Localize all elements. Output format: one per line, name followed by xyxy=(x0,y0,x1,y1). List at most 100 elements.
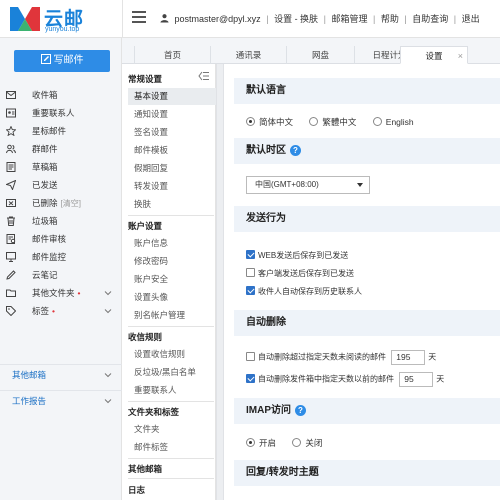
nav-item-receive-rules[interactable]: 设置收信规则 xyxy=(128,346,216,363)
caret-down-icon xyxy=(357,183,363,187)
unread-days-input[interactable]: 195 xyxy=(391,350,426,365)
option-auto-save-contacts[interactable]: 收件人自动保存到历史联系人 xyxy=(246,286,362,297)
checkbox-label: 自动删除超过指定天数未阅读的邮件 xyxy=(258,352,386,362)
sidebar-item-label: 其他文件夹 xyxy=(32,288,75,298)
settings-skin-link[interactable]: 设置 - 换肤 xyxy=(274,14,318,24)
imap-option-off[interactable]: 关闭 xyxy=(292,437,322,449)
nav-item-vacation-reply[interactable]: 假期回复 xyxy=(128,160,216,177)
sidebar-item-tags[interactable]: 标签 • xyxy=(0,302,122,320)
sidebar-item-sent[interactable]: 已发送 xyxy=(0,176,122,194)
compose-button[interactable]: 写邮件 xyxy=(14,50,110,72)
language-option-simplified[interactable]: 简体中文 xyxy=(246,116,293,128)
hamburger-menu-icon[interactable] xyxy=(132,11,146,23)
header-separator: | xyxy=(372,14,376,24)
sidebar-item-group-mail[interactable]: 群邮件 xyxy=(0,140,122,158)
sidebar-item-drafts[interactable]: 草稿箱 xyxy=(0,158,122,176)
option-client-save-sent[interactable]: 客户端发送后保存到已发送 xyxy=(246,268,354,279)
nav-group-account: 账户设置 xyxy=(128,221,163,231)
user-account-link[interactable]: postmaster@dpyl.xyz xyxy=(175,14,261,24)
nav-item-account-security[interactable]: 账户安全 xyxy=(128,271,216,288)
sidebar-item-deleted[interactable]: 已删除 [清空] xyxy=(0,194,122,212)
nav-item-spam-lists[interactable]: 反垃圾/黑白名单 xyxy=(128,364,216,381)
sidebar-item-inbox[interactable]: 收件箱 xyxy=(0,86,122,104)
nav-item-basic-settings[interactable]: 基本设置 xyxy=(128,88,216,105)
collapse-menu-icon[interactable] xyxy=(198,71,210,81)
logout-link[interactable]: 退出 xyxy=(462,14,480,24)
checkbox-icon xyxy=(246,351,255,361)
imap-option-on[interactable]: 开启 xyxy=(246,437,276,449)
nav-item-change-password[interactable]: 修改密码 xyxy=(128,253,216,270)
group-icon xyxy=(6,144,16,154)
timezone-select[interactable]: 中国(GMT+08:00) xyxy=(246,176,370,194)
nav-item-mail-templates[interactable]: 邮件模板 xyxy=(128,142,216,159)
tab-contacts[interactable]: 通讯录 xyxy=(210,46,286,64)
nav-item-folders[interactable]: 文件夹 xyxy=(128,421,216,438)
tab-home[interactable]: 首页 xyxy=(134,46,210,64)
nav-item-important-contacts[interactable]: 重要联系人 xyxy=(128,382,216,399)
help-link[interactable]: 帮助 xyxy=(381,14,399,24)
review-icon xyxy=(6,234,16,244)
sidebar-item-junk[interactable]: 垃圾箱 xyxy=(0,212,122,230)
section-title: 自动删除 xyxy=(246,317,286,328)
chevron-down-icon[interactable] xyxy=(104,289,112,297)
header-separator: | xyxy=(453,14,457,24)
sidebar-section-other-mailboxes[interactable]: 其他邮箱 xyxy=(0,364,122,384)
sidebar-item-label: 重要联系人 xyxy=(32,108,75,118)
chevron-down-icon[interactable] xyxy=(104,371,112,379)
nav-item-notification-settings[interactable]: 通知设置 xyxy=(128,106,216,123)
settings-content: 默认语言 简体中文 繁體中文 English 默认时区? 中国(GMT+08:0… xyxy=(224,64,500,500)
language-option-english[interactable]: English xyxy=(372,117,414,127)
imap-options: 开启 关闭 xyxy=(246,437,336,449)
sidebar-section-work-reports[interactable]: 工作报告 xyxy=(0,390,122,410)
section-default-timezone: 默认时区? xyxy=(234,138,500,164)
tab-settings[interactable]: 设置 × xyxy=(400,46,468,64)
sidebar-item-label: 云笔记 xyxy=(32,270,58,280)
sidebar-item-label: 星标邮件 xyxy=(32,126,67,136)
outbox-days-input[interactable]: 95 xyxy=(399,372,434,387)
chevron-down-icon[interactable] xyxy=(104,397,112,405)
option-delete-outbox[interactable]: 自动删除发件箱中指定天数以前的邮件 95 天 xyxy=(246,372,444,387)
sidebar-item-important-contacts[interactable]: 重要联系人 xyxy=(0,104,122,122)
section-auto-delete: 自动删除 xyxy=(234,310,500,336)
help-icon[interactable]: ? xyxy=(290,145,301,156)
close-tab-icon[interactable]: × xyxy=(458,47,463,65)
nav-item-forwarding[interactable]: 转发设置 xyxy=(128,178,216,195)
radio-label: 关闭 xyxy=(305,438,323,448)
sidebar-item-mail-monitor[interactable]: 邮件监控 xyxy=(0,248,122,266)
checkbox-checked-icon xyxy=(246,286,255,295)
nav-group-folders-tags: 文件夹和标签 xyxy=(128,407,180,417)
nav-item-account-info[interactable]: 账户信息 xyxy=(128,235,216,252)
nav-item-signature-settings[interactable]: 签名设置 xyxy=(128,124,216,141)
sidebar-item-starred[interactable]: 星标邮件 xyxy=(0,122,122,140)
sidebar-item-label: 垃圾箱 xyxy=(32,216,58,226)
nav-item-skin[interactable]: 换肤 xyxy=(128,196,216,213)
nav-item-avatar[interactable]: 设置头像 xyxy=(128,289,216,306)
sidebar-item-mail-review[interactable]: 邮件审核 xyxy=(0,230,122,248)
self-service-link[interactable]: 自助查询 xyxy=(412,14,448,24)
mailbox-admin-link[interactable]: 邮箱管理 xyxy=(331,14,367,24)
days-unit: 天 xyxy=(428,352,437,362)
sidebar: 写邮件 收件箱 重要联系人 星标邮件 群邮件 草稿箱 已发送 已删除 [清空] 垃… xyxy=(0,38,122,500)
option-delete-unread[interactable]: 自动删除超过指定天数未阅读的邮件 195 天 xyxy=(246,350,436,365)
empty-trash-link[interactable]: [清空] xyxy=(61,199,81,208)
tab-netdisk[interactable]: 网盘 xyxy=(286,46,354,64)
nav-item-mail-tags[interactable]: 邮件标签 xyxy=(128,439,216,456)
sidebar-item-cloud-notes[interactable]: 云笔记 xyxy=(0,266,122,284)
chevron-down-icon[interactable] xyxy=(104,307,112,315)
logo[interactable]: 云邮 yunyou.top xyxy=(8,3,120,35)
logo-subtitle: yunyou.top xyxy=(45,26,80,33)
language-option-traditional[interactable]: 繁體中文 xyxy=(309,116,356,128)
option-web-save-sent[interactable]: WEB发送后保存到已发送 xyxy=(246,250,348,261)
checkbox-icon xyxy=(246,268,255,277)
nav-group-other-mailboxes[interactable]: 其他邮箱 xyxy=(128,463,162,475)
tab-label: 通讯录 xyxy=(235,50,262,60)
section-title: 默认语言 xyxy=(246,85,286,96)
help-icon[interactable]: ? xyxy=(295,405,306,416)
radio-label: English xyxy=(385,117,414,127)
sidebar-item-other-folders[interactable]: 其他文件夹 • xyxy=(0,284,122,302)
section-default-language: 默认语言 xyxy=(234,78,500,104)
nav-item-alias-accounts[interactable]: 别名帐户管理 xyxy=(128,307,216,324)
checkbox-label: WEB发送后保存到已发送 xyxy=(258,251,349,260)
pane-divider[interactable] xyxy=(216,64,224,500)
nav-group-logs[interactable]: 日志 xyxy=(128,484,145,496)
